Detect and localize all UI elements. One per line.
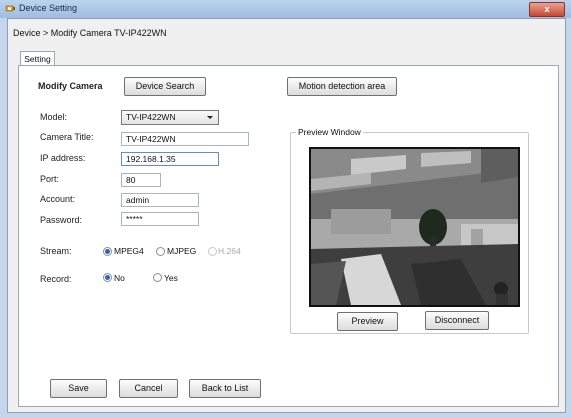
window-title: Device Setting [19, 3, 78, 13]
stream-mpeg4-radio[interactable] [103, 247, 112, 256]
motion-detection-area-button[interactable]: Motion detection area [287, 77, 397, 96]
stream-label: Stream: [40, 246, 72, 256]
section-title: Modify Camera [38, 81, 103, 91]
ip-address-field[interactable]: 192.168.1.35 [121, 152, 219, 166]
record-no-radio[interactable] [103, 273, 112, 282]
model-value: TV-IP422WN [126, 112, 176, 122]
model-label: Model: [40, 112, 68, 122]
title-bar[interactable]: Device Setting x [0, 0, 571, 18]
disconnect-button[interactable]: Disconnect [425, 311, 489, 330]
model-select[interactable]: TV-IP422WN [121, 110, 219, 125]
chevron-down-icon [207, 116, 213, 119]
stream-h264-radio [208, 247, 217, 256]
password-label: Password: [40, 215, 83, 225]
camera-preview-image [309, 147, 520, 307]
stream-h264-label: H.264 [218, 246, 241, 256]
cancel-button[interactable]: Cancel [119, 379, 178, 398]
camera-title-label: Camera Title: [40, 132, 94, 142]
save-button[interactable]: Save [50, 379, 107, 398]
record-yes-radio[interactable] [153, 273, 162, 282]
stream-mpeg4-label: MPEG4 [114, 246, 144, 256]
ip-address-label: IP address: [40, 153, 86, 163]
close-button[interactable]: x [529, 2, 565, 17]
stream-mjpeg-label: MJPEG [167, 246, 197, 256]
record-no-label: No [114, 273, 125, 283]
account-label: Account: [40, 194, 76, 204]
breadcrumb: Device > Modify Camera TV-IP422WN [13, 28, 167, 38]
back-to-list-button[interactable]: Back to List [189, 379, 261, 398]
record-yes-label: Yes [164, 273, 178, 283]
close-icon: x [544, 4, 550, 14]
office-scene-image [311, 149, 518, 305]
camera-title-field[interactable]: TV-IP422WN [121, 132, 249, 146]
account-field[interactable]: admin [121, 193, 199, 207]
device-setting-window: Device Setting x Device > Modify Camera … [0, 0, 571, 418]
record-label: Record: [40, 274, 72, 284]
password-field[interactable]: ***** [121, 212, 199, 226]
port-field[interactable]: 80 [121, 173, 161, 187]
tab-setting[interactable]: Setting [20, 51, 55, 66]
preview-window-title: Preview Window [296, 127, 363, 137]
preview-button[interactable]: Preview [337, 312, 398, 331]
port-label: Port: [40, 174, 60, 184]
stream-mjpeg-radio[interactable] [156, 247, 165, 256]
device-search-button[interactable]: Device Search [124, 77, 206, 96]
app-icon [5, 5, 15, 12]
